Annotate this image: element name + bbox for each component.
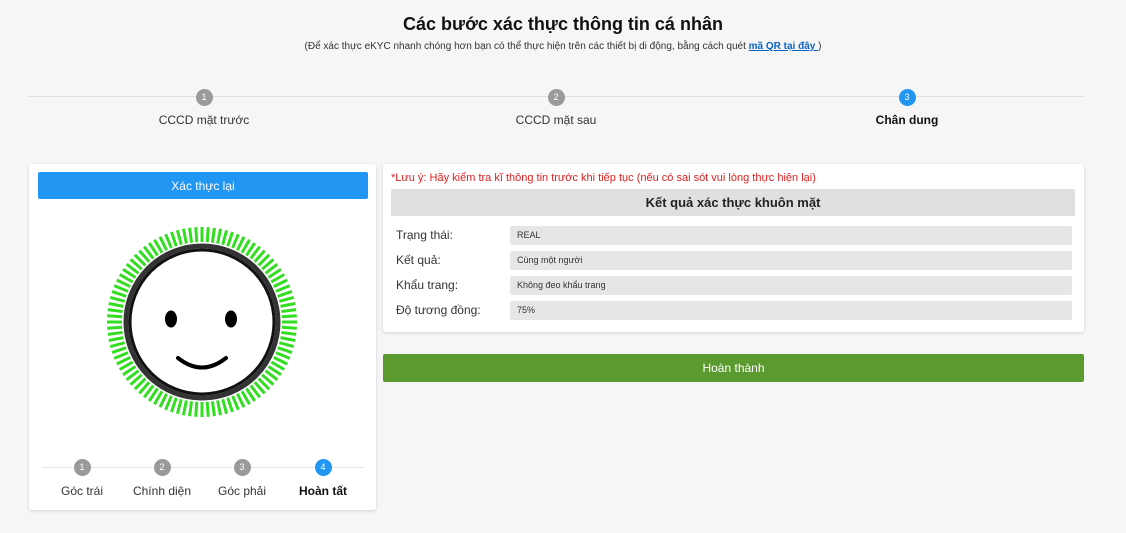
ring-tick (231, 233, 240, 249)
row-key: Kết quả: (396, 253, 441, 267)
ring-tick (281, 308, 297, 314)
ring-tick (205, 227, 210, 243)
ring-tick (216, 400, 223, 416)
reverify-button[interactable]: Xác thực lại (38, 172, 368, 199)
substep-left-angle: 1 Góc trái (42, 459, 122, 498)
ring-tick (210, 227, 216, 243)
row-value: 75% (510, 301, 1072, 320)
result-row-similarity: Độ tương đồng: 75% (396, 301, 1076, 320)
ring-tick (278, 341, 295, 349)
ring-tick (108, 336, 124, 343)
substep-complete: 4 Hoàn tất (283, 459, 363, 498)
ring-tick (280, 301, 296, 308)
ring-tick (275, 284, 291, 293)
ring-tick (175, 398, 183, 415)
result-row-match: Kết quả: Cùng một người (396, 251, 1076, 270)
row-value: REAL (510, 226, 1072, 245)
step-label: CCCD mặt trước (158, 113, 250, 127)
ring-tick (113, 284, 129, 293)
ring-tick (281, 314, 297, 319)
ring-tick (113, 351, 129, 360)
ring-tick (175, 229, 183, 246)
substep-right-angle: 3 Góc phải (202, 459, 282, 498)
substep-label: Góc phải (217, 484, 267, 498)
step-label: CCCD mặt sau (515, 113, 597, 127)
ring-tick (107, 330, 123, 336)
substep-label: Góc trái (60, 484, 103, 498)
ring-tick (226, 397, 234, 413)
ring-tick (188, 401, 194, 417)
step-label: Chân dung (875, 113, 939, 127)
ring-tick (107, 314, 123, 319)
ring-tick (205, 401, 210, 417)
subtitle-end: ) (818, 41, 822, 52)
substep-number: 3 (233, 459, 251, 476)
face-circle (128, 248, 276, 396)
result-row-mask: Khẩu trang: Không đeo khẩu trang (396, 276, 1076, 295)
substep-number: 2 (153, 459, 171, 476)
ring-tick (170, 231, 178, 247)
ring-tick (278, 295, 295, 303)
ring-tick (181, 400, 188, 416)
step-portrait: 3 Chân dung (817, 89, 997, 127)
substep-number: 4 (314, 459, 332, 476)
page-subtitle: (Để xác thực eKYC nhanh chóng hơn bạn có… (0, 41, 1126, 52)
ring-tick (280, 336, 296, 343)
step-cccd-front: 1 CCCD mặt trước (114, 89, 294, 127)
ring-tick (107, 308, 123, 314)
step-number: 2 (547, 89, 565, 106)
ring-tick (111, 290, 127, 298)
ring-tick (221, 229, 229, 246)
result-panel: *Lưu ý: Hãy kiểm tra kĩ thông tin trước … (383, 164, 1084, 332)
ring-tick (194, 227, 199, 243)
substep-number: 1 (73, 459, 91, 476)
ring-tick (109, 295, 126, 303)
ring-tick (181, 228, 188, 244)
left-eye (165, 310, 177, 328)
ring-tick (216, 228, 223, 244)
face-capture-ring (107, 227, 297, 417)
ring-tick (194, 401, 199, 417)
ring-tick (281, 325, 297, 330)
step-cccd-back: 2 CCCD mặt sau (466, 89, 646, 127)
substep-front: 2 Chính diện (122, 459, 202, 498)
ring-tick (188, 227, 194, 243)
ring-tick (164, 395, 173, 411)
face-capture-panel: Xác thực lại 1 Góc trái 2 Chính diện 3 G… (29, 164, 376, 510)
qr-link[interactable]: mã QR tại đây (749, 41, 818, 52)
ring-tick (164, 233, 173, 249)
ring-tick (107, 325, 123, 330)
warning-note: *Lưu ý: Hãy kiểm tra kĩ thông tin trước … (391, 172, 816, 184)
ring-tick (281, 330, 297, 336)
row-key: Độ tương đồng: (396, 303, 481, 317)
row-value: Không đeo khẩu trang (510, 276, 1072, 295)
result-row-status: Trạng thái: REAL (396, 226, 1076, 245)
ring-tick (275, 351, 291, 360)
ring-tick (277, 290, 293, 298)
row-value: Cùng một người (510, 251, 1072, 270)
ring-tick (108, 301, 124, 308)
right-eye (225, 310, 237, 328)
complete-button[interactable]: Hoàn thành (383, 354, 1084, 382)
ring-tick (277, 346, 293, 354)
substep-label: Chính diện (132, 484, 192, 498)
ring-tick (226, 231, 234, 247)
ring-tick (231, 395, 240, 411)
substep-label: Hoàn tất (299, 484, 347, 498)
row-key: Trạng thái: (396, 228, 453, 242)
step-number: 3 (898, 89, 916, 106)
ring-tick (210, 401, 216, 417)
row-key: Khẩu trang: (396, 278, 459, 292)
subtitle-text: (Để xác thực eKYC nhanh chóng hơn bạn có… (304, 41, 749, 52)
ring-tick (170, 397, 178, 413)
ring-tick (221, 398, 229, 415)
ring-tick (111, 346, 127, 354)
page-title: Các bước xác thực thông tin cá nhân (403, 14, 723, 34)
ring-tick (109, 341, 126, 349)
result-header: Kết quả xác thực khuôn mặt (391, 189, 1075, 216)
step-number: 1 (195, 89, 213, 106)
